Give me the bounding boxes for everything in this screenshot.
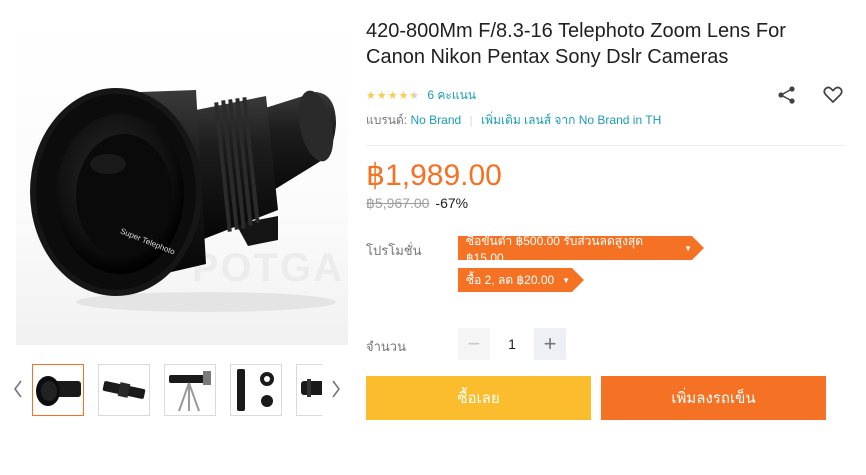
star-icon: ★: [398, 89, 409, 102]
star-icon: ★: [387, 89, 398, 102]
caret-down-icon: ▼: [562, 275, 571, 285]
thumbnail-lens-front[interactable]: [32, 364, 84, 416]
product-title-line1: 420-800Mm F/8.3-16 Telephoto Zoom Lens F…: [366, 20, 786, 42]
star-icon: ★: [376, 89, 387, 102]
more-from-brand-link[interactable]: เพิ่มเติม เลนส์ จาก No Brand in TH: [481, 113, 661, 127]
product-details: 420-800Mm F/8.3-16 Telephoto Zoom Lens F…: [366, 18, 846, 420]
thumbnail-lens-tripod[interactable]: [164, 364, 216, 416]
product-title: 420-800Mm F/8.3-16 Telephoto Zoom Lens F…: [366, 18, 836, 70]
original-price: ฿5,967.00: [366, 195, 430, 211]
thumbnail-lens-parts[interactable]: [230, 364, 282, 416]
chevron-left-icon[interactable]: [10, 378, 26, 400]
caret-down-icon: ▼: [684, 243, 692, 253]
buy-now-button[interactable]: ซื้อเลย: [366, 376, 591, 420]
add-to-cart-button[interactable]: เพิ่มลงรถเข็น: [601, 376, 826, 420]
thumbnail-lens-side[interactable]: [98, 364, 150, 416]
heart-icon[interactable]: [822, 84, 844, 106]
brand-label: แบรนด์:: [366, 113, 408, 127]
promotion-tag-text: ซื้อขั้นต่ำ ฿500.00 รับส่วนลดสูงสุด ฿15.…: [466, 233, 644, 265]
half-star-icon: ★: [410, 90, 420, 102]
promotion-tag[interactable]: ซื้อขั้นต่ำ ฿500.00 รับส่วนลดสูงสุด ฿15.…: [458, 234, 704, 265]
discount-percent: -67%: [435, 195, 469, 211]
quantity-value[interactable]: 1: [490, 328, 534, 360]
rating-row: ★ ★ ★ ★ ★ 6 คะแนน: [366, 86, 476, 105]
divider: [366, 145, 846, 146]
lens-illustration: Super Telephoto: [30, 88, 336, 312]
chevron-right-icon[interactable]: [328, 378, 344, 400]
rating-count-link[interactable]: 6 คะแนน: [427, 86, 476, 105]
main-product-image[interactable]: POTGA Super Telephoto: [16, 14, 348, 345]
share-icon[interactable]: [776, 84, 798, 106]
brand-separator: |: [469, 113, 473, 127]
product-title-line2: Canon Nikon Pentax Sony Dslr Cameras: [366, 46, 729, 68]
quantity-increase-button[interactable]: +: [534, 328, 566, 360]
thumbnail-strip: [14, 360, 348, 418]
product-gallery: POTGA Super Telephoto: [14, 14, 348, 416]
quantity-label: จำนวน: [366, 339, 406, 354]
brand-row: แบรนด์: No Brand | เพิ่มเติม เลนส์ จาก N…: [366, 111, 661, 130]
quantity-decrease-button[interactable]: −: [458, 328, 490, 360]
promotion-label: โปรโมชั่น: [366, 243, 422, 258]
promotion-tag-text: ซื้อ 2, ลด ฿20.00: [466, 272, 555, 287]
brand-link[interactable]: No Brand: [410, 113, 461, 127]
rating-stars: ★ ★ ★ ★ ★: [366, 90, 419, 102]
thumbnail-lens-partial[interactable]: [296, 364, 322, 416]
thumbnails: [32, 364, 322, 418]
current-price: ฿1,989.00: [366, 159, 502, 192]
price-original-row: ฿5,967.00 -67%: [366, 195, 468, 212]
promotion-tag[interactable]: ซื้อ 2, ลด ฿20.00 ▼: [458, 268, 584, 292]
star-icon: ★: [366, 89, 376, 102]
